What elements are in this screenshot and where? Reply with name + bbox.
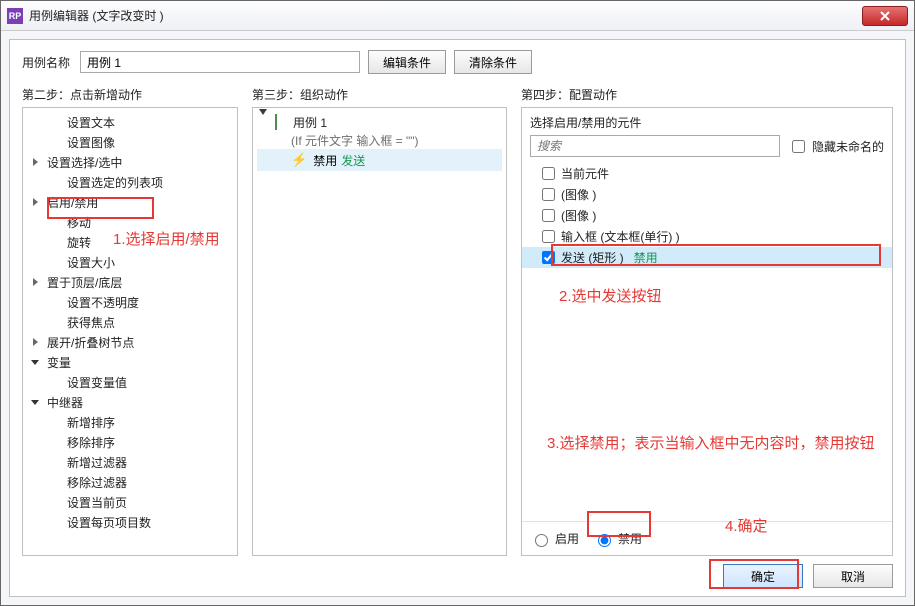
hide-unnamed-label: 隐藏未命名的 (812, 138, 884, 155)
widget-row[interactable]: 当前元件 (522, 163, 892, 184)
window-title: 用例编辑器 (文字改变时 ) (29, 7, 862, 24)
radio-disable[interactable]: 禁用 (593, 530, 642, 547)
radio-enable-label: 启用 (555, 530, 579, 547)
action-tree-item[interactable]: 新增排序 (23, 412, 237, 432)
app-icon: RP (7, 8, 23, 24)
action-tree-item[interactable]: 移动 (23, 212, 237, 232)
close-button[interactable] (862, 6, 908, 26)
case-action[interactable]: ⚡ 禁用 发送 (257, 149, 502, 171)
widget-checkbox[interactable] (542, 230, 555, 243)
widget-row[interactable]: 发送 (矩形 ) 禁用 (522, 247, 892, 268)
case-name-label: 用例名称 (22, 54, 72, 71)
widget-name: (图像 ) (561, 186, 596, 203)
widget-row[interactable]: (图像 ) (522, 184, 892, 205)
action-tree-item[interactable]: 置于顶层/底层 (23, 272, 237, 292)
action-tree-item[interactable]: 设置大小 (23, 252, 237, 272)
radio-disable-label: 禁用 (618, 530, 642, 547)
case-name-row: 用例名称 编辑条件 清除条件 (22, 50, 893, 74)
widget-checkbox[interactable] (542, 188, 555, 201)
widget-checkbox[interactable] (542, 251, 555, 264)
action-label: 禁用 (313, 152, 337, 169)
action-tree-item[interactable]: 移除过滤器 (23, 472, 237, 492)
bolt-icon: ⚡ (291, 152, 307, 168)
action-type-list[interactable]: 设置文本设置图像设置选择/选中设置选定的列表项启用/禁用移动旋转设置大小置于顶层… (22, 107, 238, 556)
configure-header: 选择启用/禁用的元件 (522, 108, 892, 135)
action-tree-item[interactable]: 设置文本 (23, 112, 237, 132)
case-icon (275, 114, 277, 130)
case-name-input[interactable] (80, 51, 360, 73)
action-tree-item[interactable]: 移除排序 (23, 432, 237, 452)
column-step2: 第二步：点击新增动作 设置文本设置图像设置选择/选中设置选定的列表项启用/禁用移… (22, 86, 238, 556)
case-condition: (If 元件文字 输入框 = "") (257, 132, 502, 149)
action-tree-item[interactable]: 设置选定的列表项 (23, 172, 237, 192)
dialog-window: RP 用例编辑器 (文字改变时 ) 用例名称 编辑条件 清除条件 第二步：点击新… (0, 0, 915, 606)
widget-checkbox[interactable] (542, 209, 555, 222)
clear-condition-button[interactable]: 清除条件 (454, 50, 532, 74)
action-tree-item[interactable]: 设置变量值 (23, 372, 237, 392)
action-tree-item[interactable]: 展开/折叠树节点 (23, 332, 237, 352)
widget-search-input[interactable] (530, 135, 780, 157)
dialog-footer: 确定 取消 (22, 556, 893, 588)
column-step2-title: 第二步：点击新增动作 (22, 86, 238, 103)
close-icon (879, 10, 891, 22)
action-tree-item[interactable]: 启用/禁用 (23, 192, 237, 212)
action-tree-item[interactable]: 设置图像 (23, 132, 237, 152)
radio-enable[interactable]: 启用 (530, 530, 579, 547)
action-tree-item[interactable]: 设置每页项目数 (23, 512, 237, 532)
widget-name: 当前元件 (561, 165, 609, 182)
column-step4: 第四步：配置动作 选择启用/禁用的元件 隐藏未命名的 当前元件 (图像 ) (图像 … (521, 86, 893, 556)
case-name: 用例 1 (293, 114, 327, 131)
action-tree-item[interactable]: 变量 (23, 352, 237, 372)
ok-button[interactable]: 确定 (723, 564, 803, 588)
case-header[interactable]: 用例 1 (257, 112, 502, 132)
widget-name: 输入框 (文本框(单行) ) (561, 228, 680, 245)
widget-name: 发送 (矩形 ) (561, 249, 624, 266)
action-tree-item[interactable]: 新增过滤器 (23, 452, 237, 472)
organized-actions-list[interactable]: 用例 1 (If 元件文字 输入框 = "") ⚡ 禁用 发送 (252, 107, 507, 556)
action-tree-item[interactable]: 中继器 (23, 392, 237, 412)
cancel-button[interactable]: 取消 (813, 564, 893, 588)
action-tree-item[interactable]: 设置选择/选中 (23, 152, 237, 172)
widget-row[interactable]: 输入框 (文本框(单行) ) (522, 226, 892, 247)
radio-enable-input[interactable] (535, 534, 548, 547)
action-tree-item[interactable]: 设置当前页 (23, 492, 237, 512)
edit-condition-button[interactable]: 编辑条件 (368, 50, 446, 74)
enable-disable-radio-row: 启用 禁用 (522, 521, 892, 555)
widget-name: (图像 ) (561, 207, 596, 224)
widget-checklist[interactable]: 当前元件 (图像 ) (图像 ) 输入框 (文本框(单行) ) 发送 (矩形 ) 禁用 (522, 163, 892, 521)
action-tree-item[interactable]: 旋转 (23, 232, 237, 252)
action-tree-item[interactable]: 获得焦点 (23, 312, 237, 332)
dialog-body: 用例名称 编辑条件 清除条件 第二步：点击新增动作 设置文本设置图像设置选择/选… (9, 39, 906, 597)
widget-row[interactable]: (图像 ) (522, 205, 892, 226)
hide-unnamed-checkbox[interactable] (792, 140, 805, 153)
expand-icon (259, 109, 267, 129)
widget-state: 禁用 (634, 249, 658, 266)
widget-checkbox[interactable] (542, 167, 555, 180)
configure-action-panel: 选择启用/禁用的元件 隐藏未命名的 当前元件 (图像 ) (图像 ) 输入框 (文本框… (521, 107, 893, 556)
radio-disable-input[interactable] (598, 534, 611, 547)
titlebar: RP 用例编辑器 (文字改变时 ) (1, 1, 914, 31)
column-step3-title: 第三步：组织动作 (252, 86, 507, 103)
column-step4-title: 第四步：配置动作 (521, 86, 893, 103)
columns: 第二步：点击新增动作 设置文本设置图像设置选择/选中设置选定的列表项启用/禁用移… (22, 86, 893, 556)
hide-unnamed-toggle[interactable]: 隐藏未命名的 (788, 137, 884, 156)
column-step3: 第三步：组织动作 用例 1 (If 元件文字 输入框 = "") ⚡ 禁用 发送 (252, 86, 507, 556)
action-tree-item[interactable]: 设置不透明度 (23, 292, 237, 312)
action-target: 发送 (341, 152, 365, 169)
